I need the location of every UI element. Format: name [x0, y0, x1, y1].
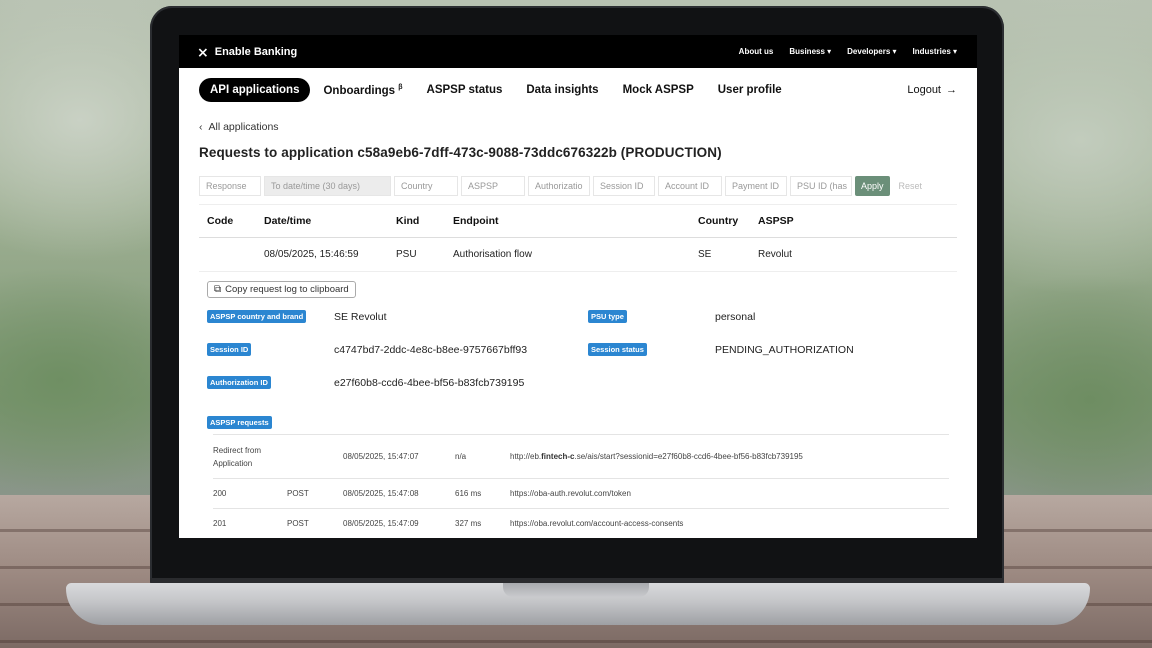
- table-row[interactable]: 08/05/2025, 15:46:59 PSU Authorisation f…: [199, 238, 957, 272]
- country-filter[interactable]: Country: [394, 176, 458, 196]
- session-id-label: Session ID: [207, 343, 252, 356]
- detail-authorization-id: Authorization ID: [207, 376, 271, 389]
- list-item[interactable]: Redirect from Application 08/05/2025, 15…: [213, 434, 949, 478]
- req-datetime: 08/05/2025, 15:47:08: [343, 489, 419, 498]
- top-navigation-bar: ⨯ Enable Banking About us Business ▾ Dev…: [179, 35, 977, 68]
- psu-type-value: personal: [715, 311, 756, 323]
- tab-onboardings-label: Onboardings: [323, 84, 396, 97]
- apply-button[interactable]: Apply: [855, 176, 890, 196]
- req-url-post: .se/ais/start?sessionid=e27f60b8-ccd6-4b…: [574, 452, 803, 461]
- back-to-applications-link[interactable]: ‹ All applications: [199, 121, 957, 133]
- main-content: ‹ All applications Requests to applicati…: [179, 121, 977, 538]
- nav-business[interactable]: Business ▾: [789, 47, 831, 56]
- header-country: Country: [698, 215, 739, 227]
- tab-user-profile[interactable]: User profile: [707, 78, 793, 102]
- datetime-filter[interactable]: To date/time (30 days): [264, 176, 391, 196]
- main-tabs: API applications Onboardings β ASPSP sta…: [179, 68, 977, 112]
- requests-table-header: Code Date/time Kind Endpoint Country ASP…: [199, 204, 957, 238]
- tab-onboardings[interactable]: Onboardings β: [312, 78, 413, 103]
- aspsp-requests-list: Redirect from Application 08/05/2025, 15…: [213, 434, 949, 538]
- aspsp-requests-label: ASPSP requests: [207, 416, 272, 429]
- req-duration: 327 ms: [455, 519, 482, 528]
- beta-marker: β: [398, 83, 403, 91]
- req-method: POST: [287, 489, 309, 498]
- req-url: https://oba-auth.revolut.com/token: [510, 489, 631, 498]
- account-id-filter[interactable]: Account ID: [658, 176, 722, 196]
- tab-api-applications[interactable]: API applications: [199, 78, 311, 102]
- req-code: 200: [213, 489, 227, 498]
- cell-datetime: 08/05/2025, 15:46:59: [264, 249, 359, 260]
- clipboard-icon: ⧉: [214, 284, 222, 295]
- reset-button[interactable]: Reset: [893, 181, 929, 191]
- filter-bar: Response To date/time (30 days) Country …: [199, 176, 957, 196]
- logout-link[interactable]: Logout →: [907, 84, 957, 96]
- list-item[interactable]: 201 POST 08/05/2025, 15:47:09 327 ms htt…: [213, 508, 949, 538]
- aspsp-country-brand-value: SE Revolut: [334, 311, 387, 323]
- req-datetime: 08/05/2025, 15:47:07: [343, 452, 419, 461]
- req-url-pre: http://eb.: [510, 452, 542, 461]
- session-id-value: c4747bd7-2ddc-4e8c-b8ee-9757667bff93: [334, 344, 528, 356]
- authorization-filter[interactable]: Authorizatio: [528, 176, 590, 196]
- tab-mock-aspsp[interactable]: Mock ASPSP: [612, 78, 705, 102]
- header-endpoint: Endpoint: [453, 215, 499, 227]
- authorization-id-label: Authorization ID: [207, 376, 271, 389]
- session-status-value: PENDING_AUTHORIZATION: [715, 344, 854, 356]
- req-duration: 616 ms: [455, 489, 482, 498]
- req-url-host: fintech-c: [541, 452, 575, 461]
- req-code: 201: [213, 519, 227, 528]
- x-logo-icon: ⨯: [197, 43, 209, 60]
- top-nav-links: About us Business ▾ Developers ▾ Industr…: [739, 47, 957, 56]
- authorization-id-value: e27f60b8-ccd6-4bee-bf56-b83fcb739195: [334, 377, 525, 389]
- chevron-left-icon: ‹: [199, 121, 203, 133]
- aspsp-filter[interactable]: ASPSP: [461, 176, 525, 196]
- detail-session-id: Session ID: [207, 343, 252, 356]
- detail-aspsp-country-brand: ASPSP country and brand: [207, 310, 307, 323]
- session-status-label: Session status: [588, 343, 647, 356]
- psu-type-label: PSU type: [588, 310, 627, 323]
- payment-id-filter[interactable]: Payment ID: [725, 176, 787, 196]
- brand-name: Enable Banking: [214, 45, 298, 58]
- session-details: ASPSP country and brand SE Revolut PSU t…: [199, 304, 957, 412]
- page-title: Requests to application c58a9eb6-7dff-47…: [199, 145, 722, 160]
- response-filter[interactable]: Response: [199, 176, 261, 196]
- copy-request-log-button[interactable]: ⧉ Copy request log to clipboard: [207, 281, 356, 298]
- nav-developers[interactable]: Developers ▾: [847, 47, 896, 56]
- copy-label: Copy request log to clipboard: [225, 284, 349, 295]
- tab-data-insights[interactable]: Data insights: [515, 78, 609, 102]
- detail-session-status: Session status: [588, 343, 647, 356]
- req-url: https://oba.revolut.com/account-access-c…: [510, 519, 684, 528]
- req-code: Redirect from Application: [213, 445, 262, 468]
- aspsp-country-brand-label: ASPSP country and brand: [207, 310, 307, 323]
- back-label: All applications: [208, 121, 279, 133]
- cell-aspsp: Revolut: [758, 249, 792, 260]
- cell-kind: PSU: [396, 249, 417, 260]
- req-duration: n/a: [455, 452, 467, 461]
- nav-industries[interactable]: Industries ▾: [913, 47, 957, 56]
- tab-aspsp-status[interactable]: ASPSP status: [416, 78, 514, 102]
- req-method: POST: [287, 519, 309, 528]
- laptop-notch: [503, 583, 649, 597]
- header-kind: Kind: [396, 215, 420, 227]
- arrow-right-icon: →: [946, 84, 957, 96]
- cell-endpoint: Authorisation flow: [453, 249, 532, 260]
- detail-psu-type: PSU type: [588, 310, 627, 323]
- logout-label: Logout: [907, 84, 941, 96]
- req-datetime: 08/05/2025, 15:47:09: [343, 519, 419, 528]
- laptop-screen: ⨯ Enable Banking About us Business ▾ Dev…: [179, 35, 977, 538]
- header-aspsp: ASPSP: [758, 215, 794, 227]
- cell-country: SE: [698, 249, 712, 260]
- nav-about-us[interactable]: About us: [739, 47, 774, 56]
- req-url: http://eb.fintech-c.se/ais/start?session…: [510, 452, 890, 461]
- session-id-filter[interactable]: Session ID: [593, 176, 655, 196]
- list-item[interactable]: 200 POST 08/05/2025, 15:47:08 616 ms htt…: [213, 478, 949, 508]
- brand-logo[interactable]: ⨯ Enable Banking: [197, 45, 297, 59]
- header-code: Code: [207, 215, 234, 227]
- header-datetime: Date/time: [264, 215, 312, 227]
- psu-id-filter[interactable]: PSU ID (has: [790, 176, 852, 196]
